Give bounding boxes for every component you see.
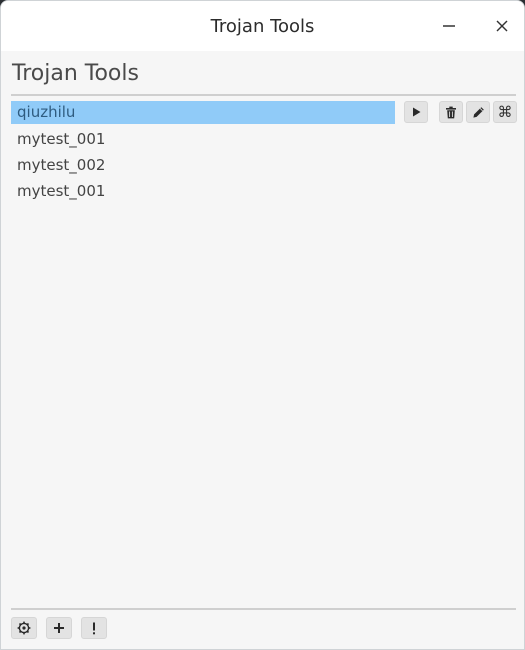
pencil-icon (472, 106, 484, 118)
app-window: Trojan Tools Trojan Tools qiuzhilu mytes… (0, 0, 525, 650)
list-item[interactable]: mytest_001 (11, 127, 395, 153)
edit-button[interactable] (466, 101, 490, 123)
minimize-icon (443, 25, 455, 27)
list-item[interactable]: mytest_001 (11, 179, 395, 205)
minimize-button[interactable] (437, 14, 461, 38)
close-button[interactable] (490, 14, 514, 38)
trash-icon (446, 106, 456, 118)
play-icon (413, 107, 421, 117)
add-profile-button[interactable] (46, 617, 72, 639)
delete-button[interactable] (439, 101, 463, 123)
profile-list: qiuzhilu mytest_001 mytest_002 mytest_00… (11, 101, 395, 205)
close-icon (496, 20, 508, 32)
start-button[interactable] (404, 101, 428, 123)
list-item-selected[interactable]: qiuzhilu (11, 101, 395, 124)
command-button[interactable]: ⌘ (493, 101, 517, 123)
command-icon: ⌘ (497, 102, 513, 121)
title-bar: Trojan Tools (1, 1, 524, 51)
plus-icon (54, 623, 64, 633)
page-title: Trojan Tools (12, 61, 139, 86)
exclamation-icon (93, 622, 95, 634)
settings-button[interactable] (11, 617, 37, 639)
info-button[interactable] (81, 617, 107, 639)
gear-icon (17, 621, 31, 635)
divider (11, 608, 516, 610)
list-item[interactable]: mytest_002 (11, 153, 395, 179)
divider (11, 94, 516, 96)
